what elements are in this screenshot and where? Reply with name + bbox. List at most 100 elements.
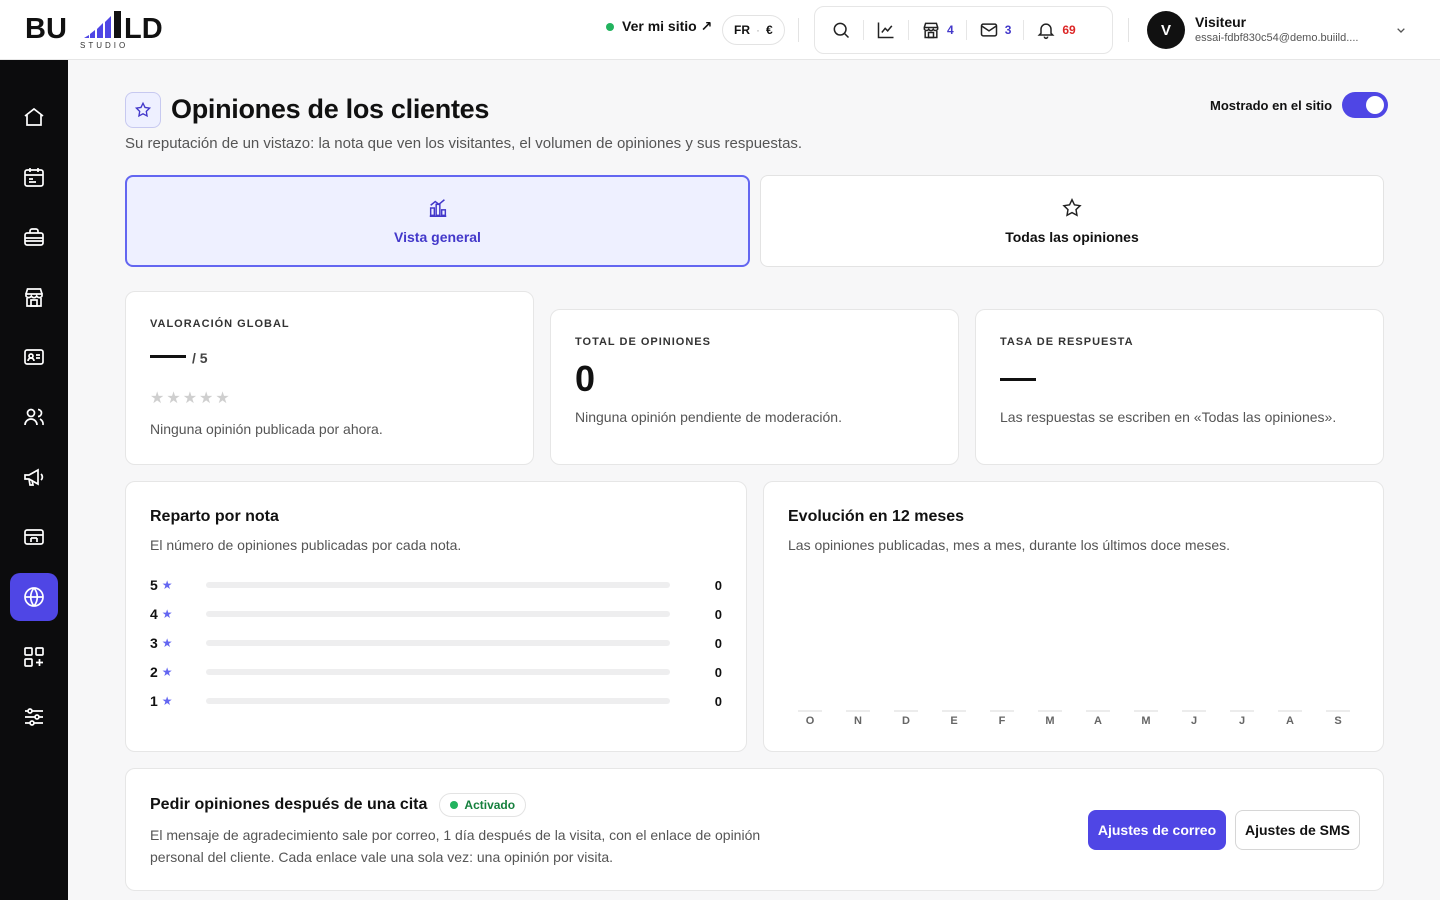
star-icon: ★: [161, 694, 173, 708]
month-tick-label: A: [1270, 710, 1310, 727]
month-tick: [990, 710, 1014, 712]
kpi-description: Las respuestas se escriben en «Todas las…: [1000, 409, 1337, 425]
notifications-button[interactable]: 69: [1028, 12, 1083, 48]
email-settings-button[interactable]: Ajustes de correo: [1088, 810, 1226, 850]
rating-label: 5 ★: [150, 577, 206, 593]
sidebar-item-apps[interactable]: [10, 633, 58, 681]
sidebar-item-contacts[interactable]: [10, 333, 58, 381]
rating-row: 5 ★ 0: [150, 575, 722, 595]
sidebar-item-website[interactable]: [10, 573, 58, 621]
month-tick-label: A: [1078, 710, 1118, 727]
bell-icon: [1037, 23, 1055, 40]
user-menu[interactable]: V Visiteur essai-fdbf830c54@demo.buiild.…: [1147, 11, 1385, 49]
monthly-bars: [788, 578, 1348, 710]
month-axis: ONDEFMAMJJAS: [788, 710, 1350, 730]
sms-settings-button[interactable]: Ajustes de SMS: [1235, 810, 1360, 850]
toggle-label: Mostrado en el sitio: [1210, 97, 1333, 113]
month-tick-label: S: [1318, 710, 1358, 727]
tab-overview-label: Vista general: [394, 229, 481, 245]
tab-all-reviews-label: Todas las opiniones: [1005, 229, 1139, 245]
divider: [863, 20, 864, 40]
store-icon: [25, 288, 43, 307]
sidebar-item-home[interactable]: [10, 93, 58, 141]
megaphone-icon: [24, 468, 44, 486]
month-tick-label: F: [982, 710, 1022, 727]
kpi-description: Ninguna opinión pendiente de moderación.: [575, 409, 842, 425]
sidebar-item-shop[interactable]: [10, 273, 58, 321]
top-bar: BU LD STUDIO Ver mi sitio ↗ FR · € 4 3 6…: [0, 0, 1440, 60]
rating-bar-track: [206, 669, 670, 675]
month-tick-label: E: [934, 710, 974, 727]
chevron-down-icon[interactable]: [1393, 22, 1409, 38]
toggle-knob: [1366, 96, 1385, 114]
brand-logo[interactable]: BU LD STUDIO: [24, 8, 184, 52]
tab-all-reviews[interactable]: Todas las opiniones: [760, 175, 1384, 267]
month-label: N: [854, 715, 862, 727]
separator-dot: ·: [756, 23, 760, 37]
view-site-link[interactable]: Ver mi sitio ↗: [606, 18, 712, 35]
sidebar-item-calendar[interactable]: [10, 153, 58, 201]
shop-count-badge: 4: [947, 23, 954, 37]
month-tick: [1230, 710, 1254, 712]
language-code: FR: [734, 23, 750, 37]
calendar-icon: [24, 168, 44, 187]
page-icon-box: [125, 92, 161, 128]
request-description: El mensaje de agradecimiento sale por co…: [150, 824, 760, 868]
rating-bar-track: [206, 611, 670, 617]
request-header: Pedir opiniones después de una cita Acti…: [150, 793, 527, 817]
month-tick: [1038, 710, 1062, 712]
messages-button[interactable]: 3: [971, 12, 1020, 48]
section-subtitle: El número de opiniones publicadas por ca…: [150, 537, 462, 553]
sidebar-item-services[interactable]: [10, 213, 58, 261]
show-on-site-toggle[interactable]: [1342, 92, 1389, 118]
rating-count: 0: [714, 635, 722, 651]
month-tick: [1278, 710, 1302, 712]
rating-bar-track: [206, 698, 670, 704]
sidebar-item-team[interactable]: [10, 393, 58, 441]
search-icon: [833, 22, 850, 39]
kpi-card-global-rating: VALORACIÓN GLOBAL / 5 ★★★★★ Ninguna opin…: [125, 291, 534, 465]
month-label: D: [902, 715, 910, 727]
analytics-button[interactable]: [868, 12, 904, 48]
month-label: S: [1334, 715, 1342, 727]
sidebar-item-settings[interactable]: [10, 693, 58, 741]
month-tick: [798, 710, 822, 712]
rating-number: 3: [150, 635, 158, 651]
user-name: Visiteur: [1195, 14, 1247, 30]
home-icon: [24, 107, 44, 126]
language-currency-selector[interactable]: FR · €: [722, 15, 785, 45]
sidebar-item-payments[interactable]: [10, 513, 58, 561]
rating-count: 0: [714, 606, 722, 622]
logo-tagline: STUDIO: [80, 41, 129, 50]
month-tick: [1326, 710, 1350, 712]
month-label: O: [805, 715, 815, 727]
rating-count: 0: [714, 693, 722, 709]
settings-sliders-icon: [25, 708, 43, 726]
page-subtitle: Su reputación de un vistazo: la nota que…: [125, 135, 803, 152]
month-label: F: [998, 715, 1006, 727]
shop-button[interactable]: 4: [913, 12, 962, 48]
currency-symbol: €: [766, 23, 773, 37]
kpi-card-total-reviews: TOTAL DE OPINIONES 0 Ninguna opinión pen…: [550, 309, 959, 465]
month-tick: [1134, 710, 1158, 712]
month-label: M: [1141, 715, 1151, 727]
rating-label: 4 ★: [150, 606, 206, 622]
star-empty-icon: ★: [166, 390, 183, 407]
sidebar-item-marketing[interactable]: [10, 453, 58, 501]
svg-text:BU: BU: [25, 13, 67, 45]
month-tick: [942, 710, 966, 712]
star-empty-icon: ★: [150, 390, 167, 407]
rating-row: 2 ★ 0: [150, 662, 722, 682]
tab-overview[interactable]: Vista general: [125, 175, 750, 267]
section-subtitle: Las opiniones publicadas, mes a mes, dur…: [788, 537, 1231, 553]
users-icon: [24, 408, 44, 426]
month-tick-label: O: [790, 710, 830, 727]
month-label: M: [1045, 715, 1055, 727]
star-empty-icon: ★: [215, 390, 232, 407]
month-label: E: [950, 715, 958, 727]
divider: [965, 20, 967, 40]
search-button[interactable]: [823, 12, 859, 48]
divider: [1128, 18, 1129, 42]
kpi-card-response-rate: TASA DE RESPUESTA Las respuestas se escr…: [975, 309, 1384, 465]
month-label: J: [1190, 715, 1198, 727]
